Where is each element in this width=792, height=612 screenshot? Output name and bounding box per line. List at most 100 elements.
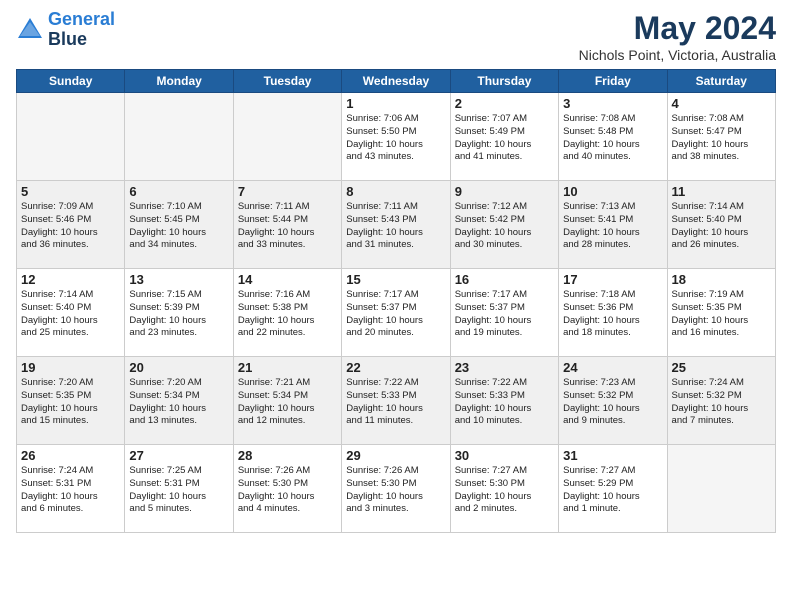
date-number: 28 bbox=[238, 448, 337, 463]
cell-info: Sunrise: 7:13 AM Sunset: 5:41 PM Dayligh… bbox=[563, 201, 662, 252]
title-area: May 2024 Nichols Point, Victoria, Austra… bbox=[579, 10, 776, 63]
header-tuesday: Tuesday bbox=[233, 70, 341, 93]
date-number: 21 bbox=[238, 360, 337, 375]
cal-cell: 31 Sunrise: 7:27 AM Sunset: 5:29 PM Dayli… bbox=[559, 445, 667, 533]
date-number: 18 bbox=[672, 272, 771, 287]
cell-info: Sunrise: 7:22 AM Sunset: 5:33 PM Dayligh… bbox=[455, 377, 554, 428]
cell-info: Sunrise: 7:27 AM Sunset: 5:30 PM Dayligh… bbox=[455, 465, 554, 516]
cal-cell: 8 Sunrise: 7:11 AM Sunset: 5:43 PM Daylig… bbox=[342, 181, 450, 269]
cell-info: Sunrise: 7:20 AM Sunset: 5:35 PM Dayligh… bbox=[21, 377, 120, 428]
cal-cell: 1 Sunrise: 7:06 AM Sunset: 5:50 PM Daylig… bbox=[342, 93, 450, 181]
cell-info: Sunrise: 7:20 AM Sunset: 5:34 PM Dayligh… bbox=[129, 377, 228, 428]
cal-cell: 7 Sunrise: 7:11 AM Sunset: 5:44 PM Daylig… bbox=[233, 181, 341, 269]
date-number: 13 bbox=[129, 272, 228, 287]
cell-info: Sunrise: 7:26 AM Sunset: 5:30 PM Dayligh… bbox=[238, 465, 337, 516]
date-number: 12 bbox=[21, 272, 120, 287]
cal-cell: 23 Sunrise: 7:22 AM Sunset: 5:33 PM Dayli… bbox=[450, 357, 558, 445]
cal-cell: 14Sunrise: 7:16 AM Sunset: 5:38 PM Dayli… bbox=[233, 269, 341, 357]
date-number: 8 bbox=[346, 184, 445, 199]
cal-cell: 13Sunrise: 7:15 AM Sunset: 5:39 PM Dayli… bbox=[125, 269, 233, 357]
date-number: 20 bbox=[129, 360, 228, 375]
cal-cell: 20 Sunrise: 7:20 AM Sunset: 5:34 PM Dayli… bbox=[125, 357, 233, 445]
cell-info: Sunrise: 7:17 AM Sunset: 5:37 PM Dayligh… bbox=[455, 289, 554, 340]
date-number: 23 bbox=[455, 360, 554, 375]
cell-info: Sunrise: 7:14 AM Sunset: 5:40 PM Dayligh… bbox=[21, 289, 120, 340]
cell-info: Sunrise: 7:24 AM Sunset: 5:31 PM Dayligh… bbox=[21, 465, 120, 516]
cal-cell: 9 Sunrise: 7:12 AM Sunset: 5:42 PM Daylig… bbox=[450, 181, 558, 269]
date-number: 7 bbox=[238, 184, 337, 199]
date-number: 29 bbox=[346, 448, 445, 463]
header: General Blue May 2024 Nichols Point, Vic… bbox=[16, 10, 776, 63]
cell-info: Sunrise: 7:08 AM Sunset: 5:48 PM Dayligh… bbox=[563, 113, 662, 164]
cal-cell: 25 Sunrise: 7:24 AM Sunset: 5:32 PM Dayli… bbox=[667, 357, 775, 445]
date-number: 19 bbox=[21, 360, 120, 375]
cell-info: Sunrise: 7:08 AM Sunset: 5:47 PM Dayligh… bbox=[672, 113, 771, 164]
cell-info: Sunrise: 7:27 AM Sunset: 5:29 PM Dayligh… bbox=[563, 465, 662, 516]
cal-cell: 19 Sunrise: 7:20 AM Sunset: 5:35 PM Dayli… bbox=[17, 357, 125, 445]
date-number: 10 bbox=[563, 184, 662, 199]
date-number: 9 bbox=[455, 184, 554, 199]
logo-text: General Blue bbox=[48, 10, 115, 50]
cell-info: Sunrise: 7:19 AM Sunset: 5:35 PM Dayligh… bbox=[672, 289, 771, 340]
cal-cell bbox=[17, 93, 125, 181]
cal-cell bbox=[233, 93, 341, 181]
cal-cell: 30Sunrise: 7:27 AM Sunset: 5:30 PM Dayli… bbox=[450, 445, 558, 533]
date-number: 31 bbox=[563, 448, 662, 463]
cal-cell: 29 Sunrise: 7:26 AM Sunset: 5:30 PM Dayli… bbox=[342, 445, 450, 533]
cell-info: Sunrise: 7:21 AM Sunset: 5:34 PM Dayligh… bbox=[238, 377, 337, 428]
date-number: 22 bbox=[346, 360, 445, 375]
header-friday: Friday bbox=[559, 70, 667, 93]
cal-cell: 6Sunrise: 7:10 AM Sunset: 5:45 PM Daylig… bbox=[125, 181, 233, 269]
cell-info: Sunrise: 7:17 AM Sunset: 5:37 PM Dayligh… bbox=[346, 289, 445, 340]
date-number: 3 bbox=[563, 96, 662, 111]
cell-info: Sunrise: 7:26 AM Sunset: 5:30 PM Dayligh… bbox=[346, 465, 445, 516]
cal-cell: 24 Sunrise: 7:23 AM Sunset: 5:32 PM Dayli… bbox=[559, 357, 667, 445]
calendar-row-2: 5Sunrise: 7:09 AM Sunset: 5:46 PM Daylig… bbox=[17, 181, 776, 269]
cal-cell: 22Sunrise: 7:22 AM Sunset: 5:33 PM Dayli… bbox=[342, 357, 450, 445]
cal-cell: 2Sunrise: 7:07 AM Sunset: 5:49 PM Daylig… bbox=[450, 93, 558, 181]
date-number: 25 bbox=[672, 360, 771, 375]
date-number: 1 bbox=[346, 96, 445, 111]
cell-info: Sunrise: 7:11 AM Sunset: 5:44 PM Dayligh… bbox=[238, 201, 337, 252]
cal-cell: 28 Sunrise: 7:26 AM Sunset: 5:30 PM Dayli… bbox=[233, 445, 341, 533]
cell-info: Sunrise: 7:18 AM Sunset: 5:36 PM Dayligh… bbox=[563, 289, 662, 340]
logo-icon bbox=[16, 16, 44, 44]
cal-cell: 16Sunrise: 7:17 AM Sunset: 5:37 PM Dayli… bbox=[450, 269, 558, 357]
cal-cell bbox=[667, 445, 775, 533]
header-saturday: Saturday bbox=[667, 70, 775, 93]
date-number: 17 bbox=[563, 272, 662, 287]
calendar-table: Sunday Monday Tuesday Wednesday Thursday… bbox=[16, 69, 776, 533]
calendar-row-1: 1 Sunrise: 7:06 AM Sunset: 5:50 PM Daylig… bbox=[17, 93, 776, 181]
cell-info: Sunrise: 7:23 AM Sunset: 5:32 PM Dayligh… bbox=[563, 377, 662, 428]
cal-cell: 4 Sunrise: 7:08 AM Sunset: 5:47 PM Daylig… bbox=[667, 93, 775, 181]
cell-info: Sunrise: 7:14 AM Sunset: 5:40 PM Dayligh… bbox=[672, 201, 771, 252]
cell-info: Sunrise: 7:24 AM Sunset: 5:32 PM Dayligh… bbox=[672, 377, 771, 428]
calendar-title: May 2024 bbox=[579, 10, 776, 47]
cal-cell: 11 Sunrise: 7:14 AM Sunset: 5:40 PM Dayli… bbox=[667, 181, 775, 269]
calendar-row-4: 19 Sunrise: 7:20 AM Sunset: 5:35 PM Dayli… bbox=[17, 357, 776, 445]
cal-cell: 21 Sunrise: 7:21 AM Sunset: 5:34 PM Dayli… bbox=[233, 357, 341, 445]
date-number: 4 bbox=[672, 96, 771, 111]
page: General Blue May 2024 Nichols Point, Vic… bbox=[0, 0, 792, 612]
cal-cell: 10 Sunrise: 7:13 AM Sunset: 5:41 PM Dayli… bbox=[559, 181, 667, 269]
date-number: 26 bbox=[21, 448, 120, 463]
cal-cell: 5Sunrise: 7:09 AM Sunset: 5:46 PM Daylig… bbox=[17, 181, 125, 269]
cell-info: Sunrise: 7:10 AM Sunset: 5:45 PM Dayligh… bbox=[129, 201, 228, 252]
date-number: 27 bbox=[129, 448, 228, 463]
header-thursday: Thursday bbox=[450, 70, 558, 93]
cell-info: Sunrise: 7:12 AM Sunset: 5:42 PM Dayligh… bbox=[455, 201, 554, 252]
date-number: 15 bbox=[346, 272, 445, 287]
cal-cell: 26 Sunrise: 7:24 AM Sunset: 5:31 PM Dayli… bbox=[17, 445, 125, 533]
cell-info: Sunrise: 7:11 AM Sunset: 5:43 PM Dayligh… bbox=[346, 201, 445, 252]
cal-cell: 17 Sunrise: 7:18 AM Sunset: 5:36 PM Dayli… bbox=[559, 269, 667, 357]
cal-cell: 12 Sunrise: 7:14 AM Sunset: 5:40 PM Dayli… bbox=[17, 269, 125, 357]
date-number: 11 bbox=[672, 184, 771, 199]
cell-info: Sunrise: 7:16 AM Sunset: 5:38 PM Dayligh… bbox=[238, 289, 337, 340]
date-number: 24 bbox=[563, 360, 662, 375]
cell-info: Sunrise: 7:09 AM Sunset: 5:46 PM Dayligh… bbox=[21, 201, 120, 252]
cell-info: Sunrise: 7:06 AM Sunset: 5:50 PM Dayligh… bbox=[346, 113, 445, 164]
header-row: Sunday Monday Tuesday Wednesday Thursday… bbox=[17, 70, 776, 93]
cell-info: Sunrise: 7:07 AM Sunset: 5:49 PM Dayligh… bbox=[455, 113, 554, 164]
header-monday: Monday bbox=[125, 70, 233, 93]
cal-cell: 27Sunrise: 7:25 AM Sunset: 5:31 PM Dayli… bbox=[125, 445, 233, 533]
